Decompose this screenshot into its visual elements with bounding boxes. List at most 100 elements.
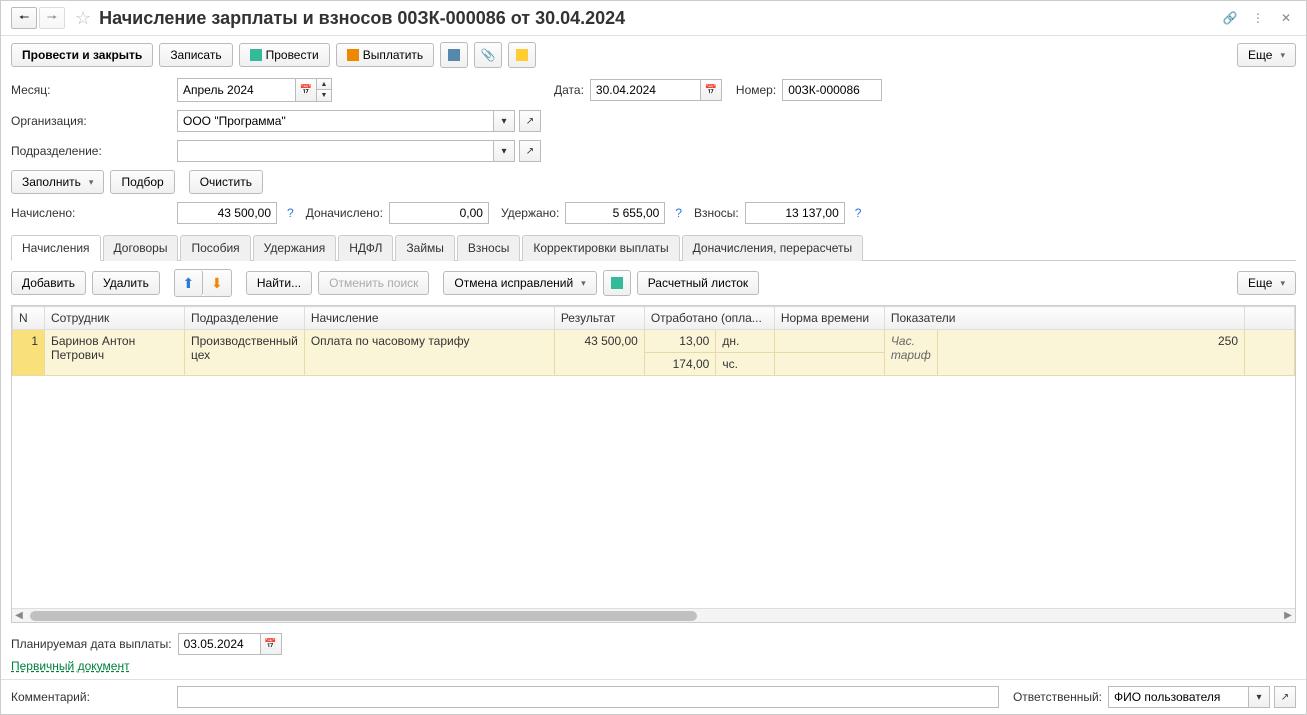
nav-back-button[interactable]: 🠔 <box>11 7 37 29</box>
cell-norm-hours <box>774 353 884 376</box>
contrib-help[interactable]: ? <box>855 206 862 220</box>
write-button[interactable]: Записать <box>159 43 232 67</box>
find-button[interactable]: Найти... <box>246 271 312 295</box>
responsible-open-button[interactable]: ↗ <box>1274 686 1296 708</box>
page-title: Начисление зарплаты и взносов 00ЗК-00008… <box>99 8 625 29</box>
clip-icon: 📎 <box>481 48 496 62</box>
cell-n: 1 <box>13 330 45 376</box>
org-open-button[interactable]: ↗ <box>519 110 541 132</box>
clear-button[interactable]: Очистить <box>189 170 263 194</box>
move-down-button[interactable]: ⬇ <box>203 270 231 296</box>
dept-dropdown-button[interactable]: ▾ <box>493 140 515 162</box>
grid-settings-button[interactable] <box>603 270 631 296</box>
responsible-input[interactable] <box>1108 686 1248 708</box>
tab-benefits[interactable]: Пособия <box>180 235 250 261</box>
contrib-input[interactable] <box>745 202 845 224</box>
post-icon <box>250 49 262 61</box>
folder-icon-button[interactable] <box>508 42 536 68</box>
org-dropdown-button[interactable]: ▾ <box>493 110 515 132</box>
month-spinner-up[interactable]: ▲ <box>317 79 331 90</box>
col-n[interactable]: N <box>13 307 45 330</box>
payslip-button[interactable]: Расчетный листок <box>637 271 759 295</box>
col-accrual[interactable]: Начисление <box>304 307 554 330</box>
payout-button[interactable]: Выплатить <box>336 43 435 67</box>
month-spinner-down[interactable]: ▼ <box>317 90 331 101</box>
scroll-right-icon[interactable]: ▶ <box>1281 610 1295 621</box>
comment-input[interactable] <box>177 686 999 708</box>
tab-loans[interactable]: Займы <box>395 235 455 261</box>
pick-button[interactable]: Подбор <box>110 170 174 194</box>
tab-corrections[interactable]: Корректировки выплаты <box>522 235 679 261</box>
add-row-button[interactable]: Добавить <box>11 271 86 295</box>
responsible-label: Ответственный: <box>1013 690 1102 704</box>
tab-recalculations[interactable]: Доначисления, перерасчеты <box>682 235 863 261</box>
accrued-help[interactable]: ? <box>287 206 294 220</box>
plan-date-input[interactable] <box>178 633 260 655</box>
tab-contracts[interactable]: Договоры <box>103 235 179 261</box>
held-label: Удержано: <box>501 206 559 220</box>
col-dept[interactable]: Подразделение <box>185 307 305 330</box>
number-label: Номер: <box>736 83 776 97</box>
scrollbar-thumb[interactable] <box>30 611 697 621</box>
post-button-label: Провести <box>266 48 319 62</box>
grid-more-button[interactable]: Еще <box>1237 271 1296 295</box>
cell-worked-days-unit: дн. <box>716 330 775 353</box>
cell-worked-days: 13,00 <box>644 330 716 353</box>
cell-employee: Баринов Антон Петрович <box>45 330 185 376</box>
number-input[interactable] <box>782 79 882 101</box>
primary-document-link[interactable]: Первичный документ <box>1 659 140 673</box>
post-button[interactable]: Провести <box>239 43 330 67</box>
responsible-dropdown-button[interactable]: ▾ <box>1248 686 1270 708</box>
cell-extra <box>1245 330 1295 376</box>
col-indicators[interactable]: Показатели <box>884 307 1244 330</box>
cancel-find-button[interactable]: Отменить поиск <box>318 271 429 295</box>
favorite-star-icon[interactable]: ☆ <box>75 8 91 29</box>
cell-worked-hours: 174,00 <box>644 353 716 376</box>
date-calendar-button[interactable]: 📅 <box>700 79 722 101</box>
accrued-label: Начислено: <box>11 206 171 220</box>
accrued-input[interactable] <box>177 202 277 224</box>
col-result[interactable]: Результат <box>554 307 644 330</box>
arrow-down-icon: ⬇ <box>211 275 223 292</box>
scroll-left-icon[interactable]: ◀ <box>12 610 26 621</box>
cell-indicator-value: 250 <box>937 330 1244 376</box>
col-norm[interactable]: Норма времени <box>774 307 884 330</box>
more-button[interactable]: Еще <box>1237 43 1296 67</box>
tab-deductions[interactable]: Удержания <box>253 235 337 261</box>
extra-accrued-input[interactable] <box>389 202 489 224</box>
dept-open-button[interactable]: ↗ <box>519 140 541 162</box>
col-worked[interactable]: Отработано (опла... <box>644 307 774 330</box>
attach-icon-button[interactable]: 📎 <box>474 42 502 68</box>
plan-date-calendar-button[interactable]: 📅 <box>260 633 282 655</box>
held-input[interactable] <box>565 202 665 224</box>
comment-label: Комментарий: <box>11 690 171 704</box>
col-extra[interactable] <box>1245 307 1295 330</box>
post-and-close-button[interactable]: Провести и закрыть <box>11 43 153 67</box>
col-employee[interactable]: Сотрудник <box>45 307 185 330</box>
tab-contributions[interactable]: Взносы <box>457 235 520 261</box>
link-icon[interactable]: 🔗 <box>1220 8 1240 28</box>
month-input[interactable] <box>177 78 295 102</box>
held-help[interactable]: ? <box>675 206 682 220</box>
arrow-up-icon: ⬆ <box>183 275 195 292</box>
month-calendar-button[interactable]: 📅 <box>295 78 317 102</box>
move-up-button[interactable]: ⬆ <box>175 270 203 296</box>
nav-forward-button[interactable]: 🠖 <box>39 7 65 29</box>
report-icon-button[interactable] <box>440 42 468 68</box>
cell-dept: Производственный цех <box>185 330 305 376</box>
cell-indicator-name: Час. тариф <box>884 330 937 376</box>
tab-accruals[interactable]: Начисления <box>11 235 101 261</box>
dept-input[interactable] <box>177 140 493 162</box>
grid-settings-icon <box>611 277 623 289</box>
month-label: Месяц: <box>11 83 171 97</box>
close-icon[interactable]: ✕ <box>1276 8 1296 28</box>
date-input[interactable] <box>590 79 700 101</box>
horizontal-scrollbar[interactable]: ◀ ▶ <box>12 608 1295 622</box>
delete-row-button[interactable]: Удалить <box>92 271 160 295</box>
table-row[interactable]: 1 Баринов Антон Петрович Производственны… <box>13 330 1295 353</box>
cancel-fix-button[interactable]: Отмена исправлений <box>443 271 596 295</box>
kebab-menu-icon[interactable]: ⋮ <box>1248 8 1268 28</box>
fill-button[interactable]: Заполнить <box>11 170 104 194</box>
tab-ndfl[interactable]: НДФЛ <box>338 235 393 261</box>
org-input[interactable] <box>177 110 493 132</box>
